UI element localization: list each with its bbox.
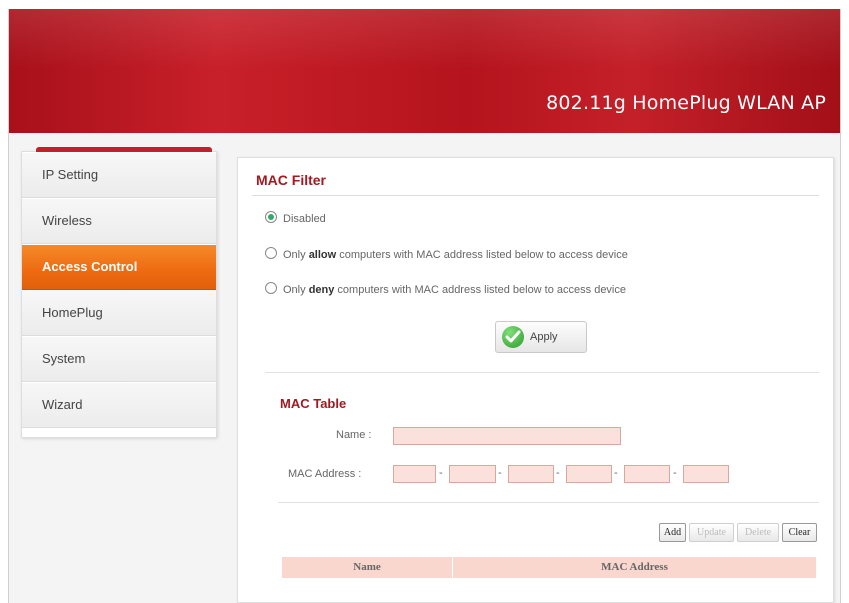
apply-button[interactable]: Apply	[495, 321, 587, 353]
mac-separator: -	[614, 467, 618, 479]
sidebar-item-ip-setting[interactable]: IP Setting	[22, 152, 216, 198]
delete-button[interactable]: Delete	[737, 523, 779, 542]
name-label: Name :	[336, 429, 372, 441]
option-deny-keyword: deny	[308, 284, 335, 296]
option-allow[interactable]: Only allow computers with MAC address li…	[265, 247, 628, 263]
option-allow-post: computers with MAC address listed below …	[336, 249, 628, 261]
mac-address-label: MAC Address :	[288, 468, 362, 480]
sidebar-item-access-control[interactable]: Access Control	[22, 244, 216, 290]
column-header-mac-address: MAC Address	[601, 561, 668, 573]
sidebar-item-homeplug[interactable]: HomePlug	[22, 290, 216, 336]
mac-octet-1[interactable]	[393, 465, 436, 483]
page-frame: 802.11g HomePlug WLAN AP IP Setting Wire…	[8, 9, 841, 603]
checkmark-icon	[502, 326, 524, 348]
sidebar-nav: IP Setting Wireless Access Control HomeP…	[21, 147, 217, 438]
option-deny-pre: Only	[283, 284, 309, 296]
radio-allow[interactable]	[265, 247, 277, 259]
mac-octet-2[interactable]	[449, 465, 496, 483]
main-panel: MAC Filter Disabled Only allow computers…	[237, 157, 834, 603]
column-header-name: Name	[353, 561, 381, 573]
mac-table-header: Name MAC Address	[282, 557, 816, 578]
mac-octet-6[interactable]	[683, 465, 729, 483]
update-button[interactable]: Update	[689, 523, 734, 542]
option-deny[interactable]: Only deny computers with MAC address lis…	[265, 282, 626, 298]
add-button[interactable]: Add	[659, 523, 686, 542]
section-divider	[265, 372, 819, 373]
mac-separator: -	[498, 467, 502, 479]
mac-octet-5[interactable]	[624, 465, 670, 483]
option-disabled[interactable]: Disabled	[265, 211, 326, 227]
mac-octet-4[interactable]	[566, 465, 612, 483]
name-input[interactable]	[393, 427, 621, 445]
radio-disabled[interactable]	[265, 211, 277, 223]
title-rule	[252, 195, 819, 196]
mac-separator: -	[673, 467, 677, 479]
mac-separator: -	[556, 467, 560, 479]
mac-separator: -	[439, 467, 443, 479]
apply-label: Apply	[530, 331, 558, 343]
option-deny-post: computers with MAC address listed below …	[334, 284, 626, 296]
sidebar-item-system[interactable]: System	[22, 336, 216, 382]
option-allow-pre: Only	[283, 249, 309, 261]
sidebar-item-wizard[interactable]: Wizard	[22, 382, 216, 428]
mac-table-title: MAC Table	[280, 396, 347, 411]
sidebar-item-wireless[interactable]: Wireless	[22, 198, 216, 244]
option-allow-keyword: allow	[308, 249, 337, 261]
product-title: 802.11g HomePlug WLAN AP	[546, 92, 826, 114]
clear-button[interactable]: Clear	[782, 523, 817, 542]
mac-filter-title: MAC Filter	[256, 172, 326, 188]
table-divider	[278, 502, 819, 503]
header-banner: 802.11g HomePlug WLAN AP	[9, 9, 840, 133]
mac-octet-3[interactable]	[508, 465, 554, 483]
option-disabled-label: Disabled	[283, 213, 326, 225]
radio-deny[interactable]	[265, 282, 277, 294]
